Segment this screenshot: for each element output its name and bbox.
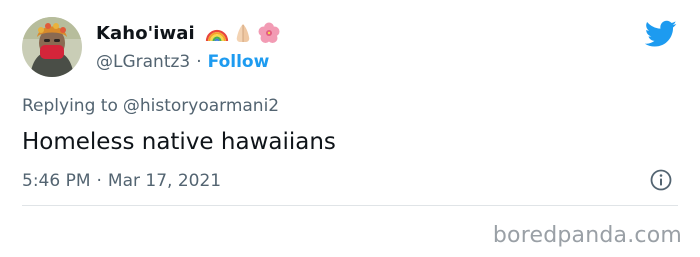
folded-hands-icon — [231, 21, 255, 45]
separator: · — [96, 171, 102, 191]
display-name[interactable]: Kaho'iwai — [96, 23, 195, 44]
avatar[interactable] — [22, 17, 82, 77]
reply-handle-link[interactable]: @historyoarmani2 — [123, 96, 279, 116]
tweet-text: Homeless native hawaiians — [22, 129, 336, 155]
name-emojis — [205, 21, 281, 45]
hibiscus-icon — [257, 21, 281, 45]
divider — [22, 205, 678, 206]
watermark: boredpanda.com — [492, 223, 682, 248]
handle-row: @LGrantz3 · Follow — [96, 50, 269, 74]
info-icon[interactable] — [649, 168, 673, 192]
tweet-time[interactable]: 5:46 PM — [22, 171, 91, 191]
separator: · — [196, 52, 202, 72]
follow-button[interactable]: Follow — [208, 52, 270, 72]
user-handle[interactable]: @LGrantz3 — [96, 52, 190, 72]
reply-context: Replying to @historyoarmani2 — [22, 93, 279, 119]
reply-prefix: Replying to — [22, 96, 118, 116]
tweet-date[interactable]: Mar 17, 2021 — [108, 171, 221, 191]
rainbow-icon — [205, 21, 229, 45]
display-name-row: Kaho'iwai — [96, 19, 281, 47]
timestamp[interactable]: 5:46 PM · Mar 17, 2021 — [22, 168, 221, 194]
twitter-bird-icon[interactable] — [644, 20, 677, 48]
tweet-card: Kaho'iwai @LGrantz3 · Follow Replying to… — [0, 0, 700, 257]
